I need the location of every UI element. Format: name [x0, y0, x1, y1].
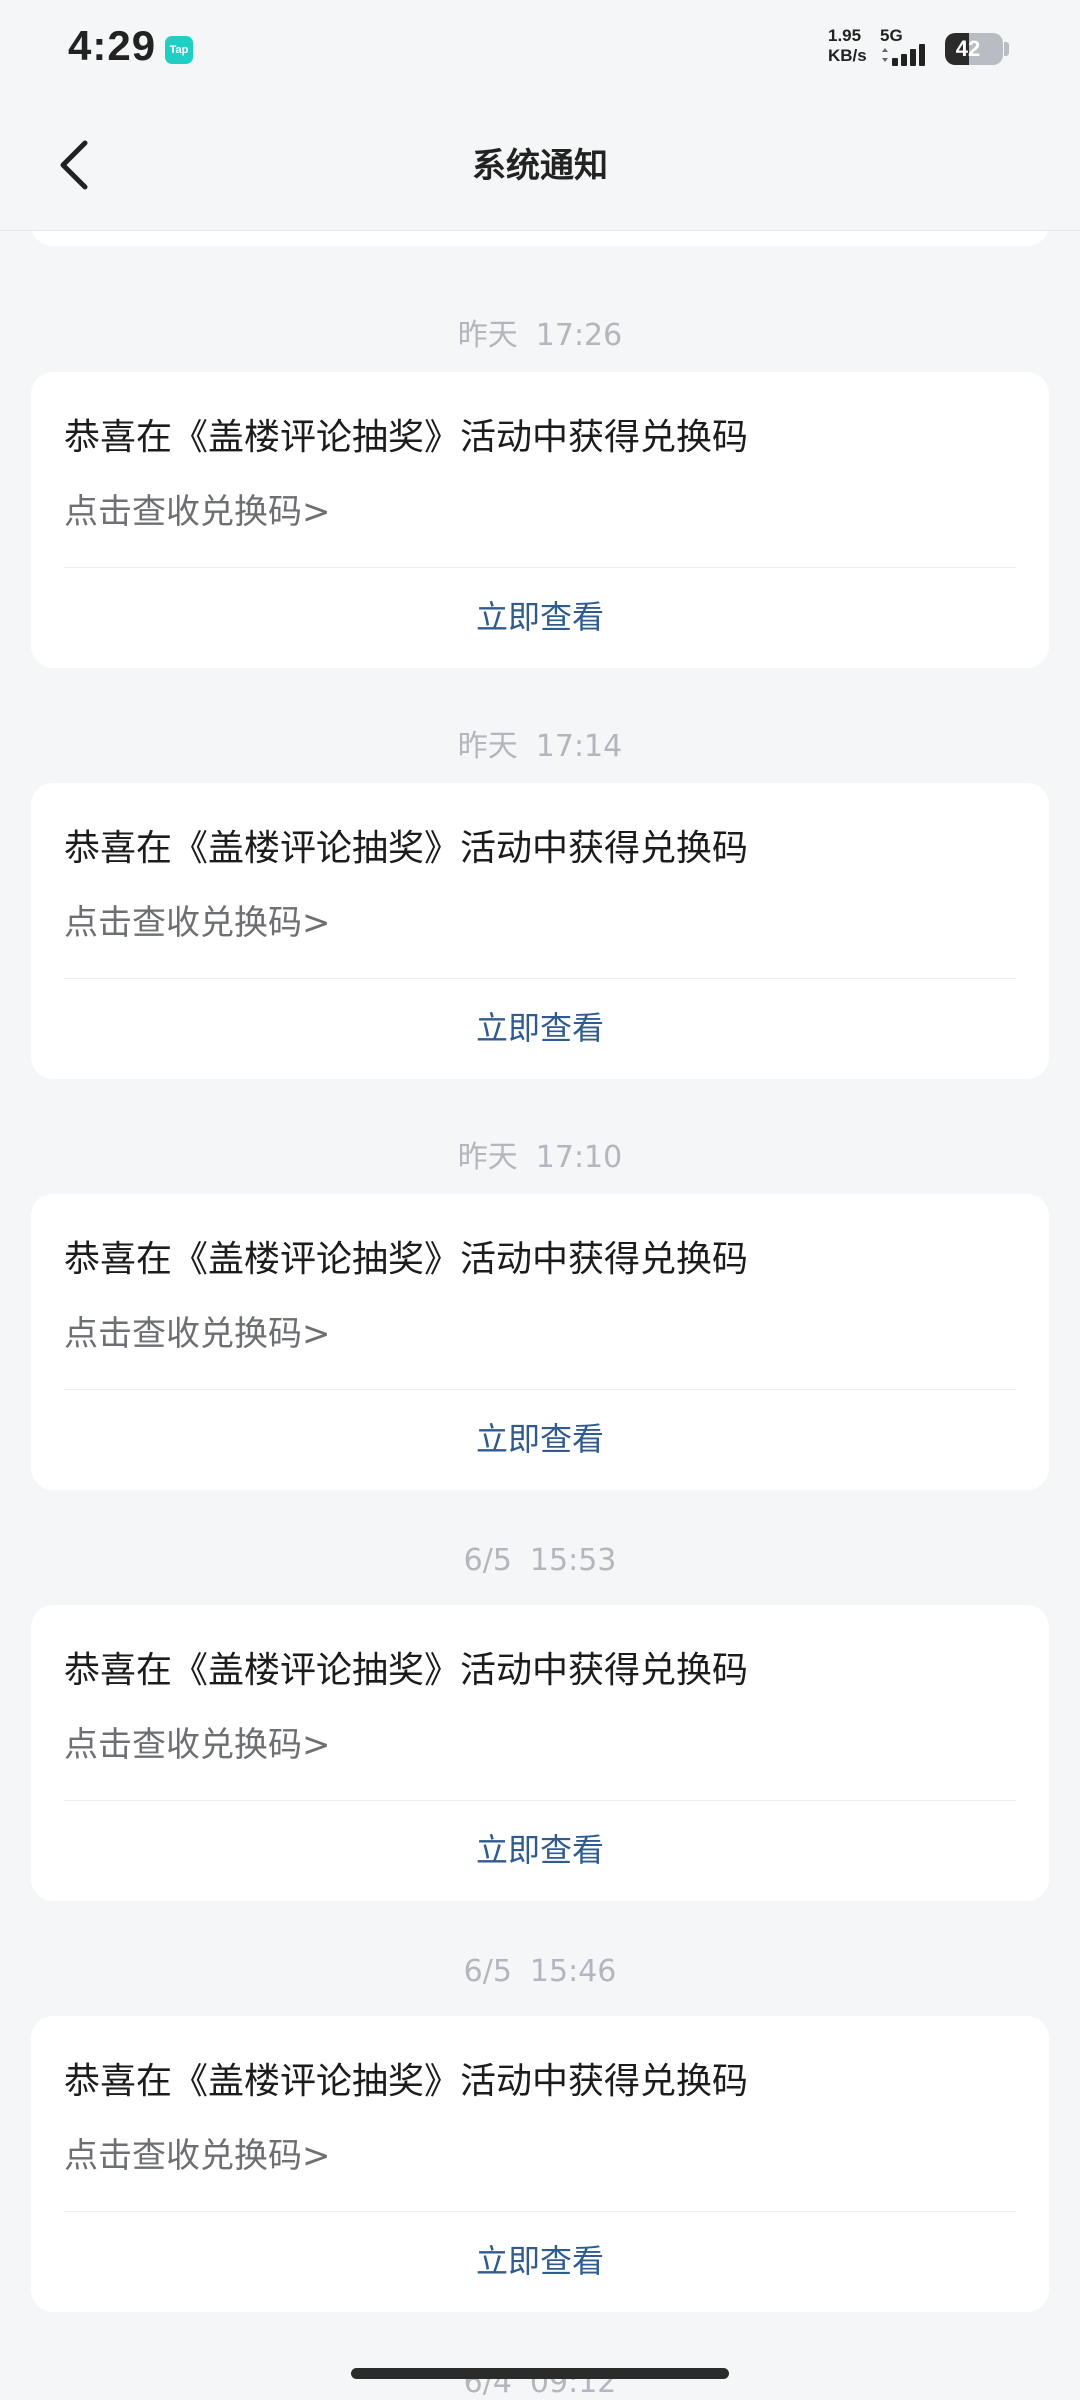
notification-time: 15:53 — [529, 1543, 617, 1578]
network-speed-unit: KB/s — [828, 46, 867, 65]
notification-title: 恭喜在《盖楼评论抽奖》活动中获得兑换码 — [64, 828, 749, 869]
notification-title: 恭喜在《盖楼评论抽奖》活动中获得兑换码 — [64, 1650, 749, 1691]
redeem-code-link[interactable]: 点击查收兑换码> — [64, 895, 331, 944]
network-type: 5G — [880, 26, 903, 45]
notification-date: 6/5 — [463, 1543, 512, 1578]
notification-timestamp: 6/5 15:53 — [0, 1543, 1080, 1578]
notification-card[interactable]: 恭喜在《盖楼评论抽奖》活动中获得兑换码 点击查收兑换码> 立即查看 — [31, 1605, 1049, 1901]
top-app-bar: 系统通知 — [0, 100, 1080, 231]
network-speed: 1.95 KB/s — [828, 26, 888, 66]
home-indicator[interactable] — [351, 2368, 729, 2379]
notification-timestamp: 昨天 17:10 — [0, 1132, 1080, 1176]
card-divider — [64, 1389, 1016, 1390]
view-now-button[interactable]: 立即查看 — [31, 1825, 1049, 1871]
redeem-code-link[interactable]: 点击查收兑换码> — [64, 484, 331, 533]
network-speed-value: 1.95 — [828, 26, 862, 45]
notification-card[interactable]: 恭喜在《盖楼评论抽奖》活动中获得兑换码 点击查收兑换码> 立即查看 — [31, 783, 1049, 1079]
notification-title: 恭喜在《盖楼评论抽奖》活动中获得兑换码 — [64, 2061, 749, 2102]
page-title: 系统通知 — [472, 146, 608, 186]
status-time: 4:29 — [68, 22, 157, 69]
battery-level-text: 42 — [955, 36, 981, 61]
notification-title: 恭喜在《盖楼评论抽奖》活动中获得兑换码 — [64, 1239, 749, 1280]
battery-icon: 42 — [945, 33, 1003, 65]
redeem-code-link[interactable]: 点击查收兑换码> — [64, 2128, 331, 2177]
card-divider — [64, 567, 1016, 568]
notification-date: 6/5 — [463, 1954, 512, 1989]
redeem-code-link[interactable]: 点击查收兑换码> — [64, 1717, 331, 1766]
battery-cap — [1004, 42, 1009, 56]
notification-title: 恭喜在《盖楼评论抽奖》活动中获得兑换码 — [64, 417, 749, 458]
card-divider — [64, 2211, 1016, 2212]
notification-time: 17:14 — [535, 729, 623, 764]
notification-date: 昨天 — [457, 729, 518, 764]
notification-time: 15:46 — [529, 1954, 617, 1989]
card-divider — [64, 1800, 1016, 1801]
view-now-button[interactable]: 立即查看 — [31, 592, 1049, 638]
signal-strength-icon — [882, 44, 925, 66]
view-now-button[interactable]: 立即查看 — [31, 1414, 1049, 1460]
notification-date: 昨天 — [457, 1140, 518, 1175]
notification-date: 昨天 — [457, 318, 518, 353]
notification-card-partial[interactable] — [31, 230, 1049, 246]
taptap-app-icon: Tap — [165, 36, 193, 64]
view-now-button[interactable]: 立即查看 — [31, 2236, 1049, 2282]
notification-list[interactable]: 昨天 17:26 恭喜在《盖楼评论抽奖》活动中获得兑换码 点击查收兑换码> 立即查… — [0, 230, 1080, 2400]
status-bar: 4:29 Tap 1.95 KB/s 5G 42 — [0, 0, 1080, 100]
notification-time: 17:10 — [535, 1140, 623, 1175]
view-now-button[interactable]: 立即查看 — [31, 1003, 1049, 1049]
redeem-code-link[interactable]: 点击查收兑换码> — [64, 1306, 331, 1355]
notification-time: 17:26 — [535, 318, 623, 353]
notification-timestamp: 昨天 17:26 — [0, 310, 1080, 354]
card-divider — [64, 978, 1016, 979]
notification-card[interactable]: 恭喜在《盖楼评论抽奖》活动中获得兑换码 点击查收兑换码> 立即查看 — [31, 1194, 1049, 1490]
notification-timestamp: 6/5 15:46 — [0, 1954, 1080, 1989]
notification-card[interactable]: 恭喜在《盖楼评论抽奖》活动中获得兑换码 点击查收兑换码> 立即查看 — [31, 2016, 1049, 2312]
notification-card[interactable]: 恭喜在《盖楼评论抽奖》活动中获得兑换码 点击查收兑换码> 立即查看 — [31, 372, 1049, 668]
notification-timestamp: 昨天 17:14 — [0, 721, 1080, 765]
